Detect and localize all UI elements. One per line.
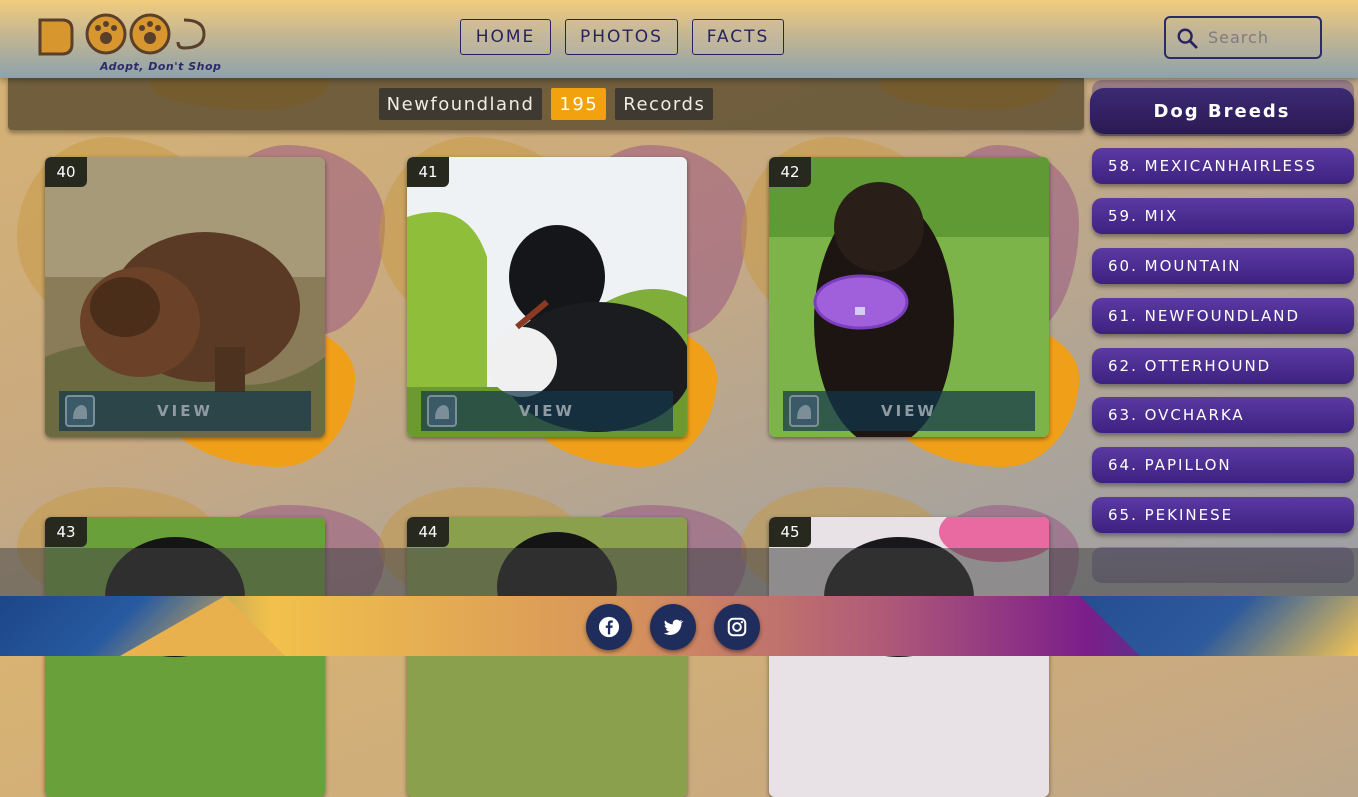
tagline: Adopt, Don't Shop bbox=[100, 60, 222, 73]
breed-sidebar[interactable]: Dog Breeds 58. MEXICANHAIRLESS 59. MIX 6… bbox=[1090, 78, 1358, 596]
breed-name: Newfoundland bbox=[378, 88, 543, 120]
view-button[interactable]: VIEW bbox=[421, 391, 673, 431]
view-label: VIEW bbox=[881, 402, 937, 420]
facebook-icon bbox=[598, 616, 620, 638]
dog-card[interactable]: 42 VIEW bbox=[741, 137, 1079, 467]
dog-avatar-icon bbox=[427, 395, 457, 427]
dog-photo-card[interactable]: 42 VIEW bbox=[769, 157, 1049, 437]
view-button[interactable]: VIEW bbox=[783, 391, 1035, 431]
nav-photos-button[interactable]: PHOTOS bbox=[565, 19, 678, 55]
sidebar-item-ovcharka[interactable]: 63. OVCHARKA bbox=[1092, 397, 1354, 433]
view-label: VIEW bbox=[519, 402, 575, 420]
twitter-icon bbox=[663, 619, 684, 635]
nav-facts-button[interactable]: FACTS bbox=[692, 19, 784, 55]
view-button[interactable]: VIEW bbox=[59, 391, 311, 431]
card-number: 44 bbox=[407, 517, 449, 547]
bottom-overlay bbox=[0, 548, 1358, 596]
footer-decor bbox=[1080, 596, 1358, 656]
sidebar-item-mix[interactable]: 59. MIX bbox=[1092, 198, 1354, 234]
site-footer bbox=[0, 596, 1358, 656]
sidebar-item-pekinese[interactable]: 65. PEKINESE bbox=[1092, 497, 1354, 533]
records-label: Records bbox=[615, 88, 714, 120]
card-number: 40 bbox=[45, 157, 87, 187]
records-bar: Newfoundland 195 Records bbox=[8, 78, 1084, 130]
sidebar-item-newfoundland[interactable]: 61. NEWFOUNDLAND bbox=[1092, 298, 1354, 334]
main-nav: HOME PHOTOS FACTS bbox=[460, 19, 784, 55]
dog-card[interactable]: 40 VIEW bbox=[17, 137, 385, 467]
search-input[interactable] bbox=[1206, 27, 1310, 48]
sidebar-title: Dog Breeds bbox=[1090, 88, 1354, 134]
dog-photo-card[interactable]: 40 VIEW bbox=[45, 157, 325, 437]
card-number: 41 bbox=[407, 157, 449, 187]
dog-avatar-icon bbox=[65, 395, 95, 427]
card-number: 42 bbox=[769, 157, 811, 187]
sidebar-item-otterhound[interactable]: 62. OTTERHOUND bbox=[1092, 348, 1354, 384]
card-number: 45 bbox=[769, 517, 811, 547]
dog-card[interactable]: 41 VIEW bbox=[379, 137, 747, 467]
record-count-badge: 195 bbox=[551, 88, 607, 120]
instagram-button[interactable] bbox=[714, 604, 760, 650]
sidebar-item-mountain[interactable]: 60. MOUNTAIN bbox=[1092, 248, 1354, 284]
view-label: VIEW bbox=[157, 402, 213, 420]
search-icon[interactable] bbox=[1176, 27, 1198, 49]
instagram-icon bbox=[727, 617, 747, 637]
twitter-button[interactable] bbox=[650, 604, 696, 650]
sidebar-item-mexicanhairless[interactable]: 58. MEXICANHAIRLESS bbox=[1092, 148, 1354, 184]
card-number: 43 bbox=[45, 517, 87, 547]
dog-avatar-icon bbox=[789, 395, 819, 427]
dog-photo-card[interactable]: 41 VIEW bbox=[407, 157, 687, 437]
search-box bbox=[1164, 16, 1322, 59]
sidebar-item-papillon[interactable]: 64. PAPILLON bbox=[1092, 447, 1354, 483]
facebook-button[interactable] bbox=[586, 604, 632, 650]
nav-home-button[interactable]: HOME bbox=[460, 19, 551, 55]
site-header: Adopt, Don't Shop HOME PHOTOS FACTS bbox=[0, 0, 1358, 78]
